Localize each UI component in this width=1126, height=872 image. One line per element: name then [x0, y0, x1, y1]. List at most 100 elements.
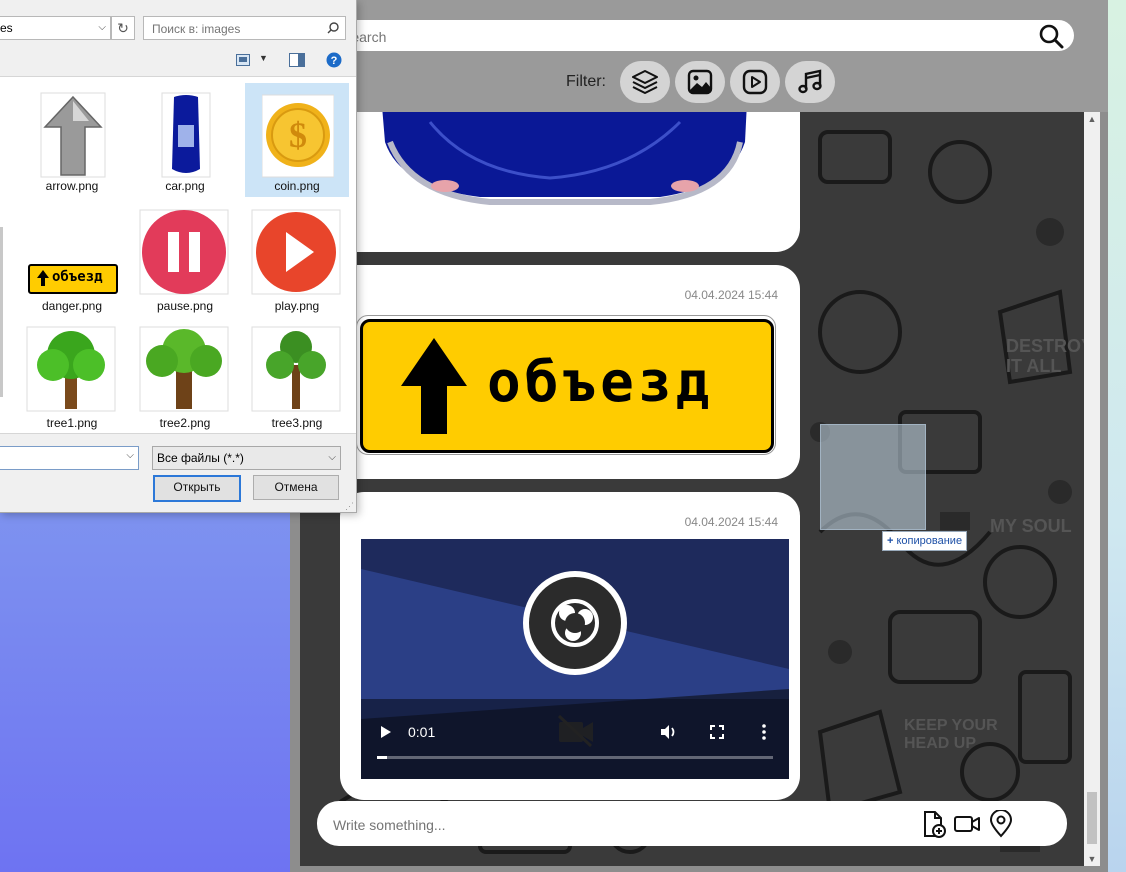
tree1-thumbnail: [26, 326, 116, 412]
video-icon: [742, 69, 768, 95]
search-input[interactable]: [340, 20, 1004, 53]
scroll-up-arrow[interactable]: ▲: [1084, 112, 1100, 126]
message-time: 04.04.2024 15:44: [684, 515, 778, 529]
danger-thumbnail: объезд: [28, 264, 118, 294]
file-name: tree3.png: [271, 416, 323, 430]
fullscreen-icon[interactable]: [710, 725, 724, 739]
video-time: 0:01: [408, 724, 436, 740]
file-item-danger[interactable]: объезд danger.png: [20, 200, 124, 314]
help-icon[interactable]: ?: [326, 52, 342, 68]
file-item-car[interactable]: car.png: [133, 83, 237, 197]
filter-video-button[interactable]: [730, 61, 780, 103]
file-name: play.png: [274, 299, 320, 313]
svg-text:MY SOUL: MY SOUL: [990, 516, 1072, 536]
view-mode-icon[interactable]: [236, 54, 250, 66]
search-bar[interactable]: [330, 20, 1074, 53]
filename-input[interactable]: ⌵: [0, 446, 139, 470]
view-dropdown-icon[interactable]: ▼: [259, 53, 268, 63]
pause-thumbnail: [139, 209, 229, 295]
music-icon: [798, 69, 822, 94]
detour-sign-image: объезд: [356, 315, 776, 455]
layers-icon: [632, 70, 658, 94]
file-item-tree1[interactable]: tree1.png: [20, 317, 124, 431]
window-edge: [1108, 0, 1126, 872]
refresh-icon: ↻: [117, 19, 129, 36]
dialog-search-input[interactable]: [150, 17, 324, 41]
path-text: es: [0, 21, 13, 35]
arrow-thumbnail: [40, 92, 106, 178]
message-bubble-sign[interactable]: 04.04.2024 15:44 объезд: [300, 265, 800, 479]
filter-all-button[interactable]: [620, 61, 670, 103]
path-dropdown[interactable]: es ⌵: [0, 16, 111, 40]
no-camera-icon: [557, 714, 593, 748]
scroll-thumb[interactable]: [1087, 792, 1097, 844]
dialog-search-box[interactable]: [143, 16, 346, 41]
danger-sign-text: объезд: [52, 269, 103, 285]
file-list[interactable]: arrow.png car.png $ coin.png объезд dang…: [0, 76, 356, 434]
resize-grip-icon[interactable]: ⋰: [345, 501, 354, 512]
feed-scrollbar[interactable]: ▲ ▼: [1084, 112, 1100, 866]
open-button[interactable]: Открыть: [153, 475, 241, 502]
file-item-coin[interactable]: $ coin.png: [245, 83, 349, 197]
arrow-up-icon: [37, 270, 49, 286]
tree3-thumbnail: [251, 326, 341, 412]
obs-logo-icon: [523, 571, 627, 675]
file-name: arrow.png: [45, 179, 99, 193]
file-name: pause.png: [156, 299, 214, 313]
search-icon[interactable]: [1038, 23, 1064, 49]
svg-text:HEAD UP: HEAD UP: [904, 735, 976, 752]
filter-images-button[interactable]: [675, 61, 725, 103]
search-icon: [327, 22, 339, 34]
filetype-select[interactable]: Все файлы (*.*) ⌵: [152, 446, 341, 470]
volume-icon[interactable]: [659, 723, 677, 741]
image-icon: [687, 69, 713, 95]
file-name: danger.png: [41, 299, 103, 313]
arrow-up-icon: [401, 338, 467, 434]
chevron-down-icon: ⌵: [98, 22, 106, 33]
chat-app: Filter:: [290, 0, 1108, 872]
chevron-down-icon: ⌵: [126, 450, 134, 461]
file-item-tree2[interactable]: tree2.png: [133, 317, 237, 431]
message-bubble-video[interactable]: 04.04.2024 15:44 0:01: [340, 492, 800, 800]
refresh-button[interactable]: ↻: [111, 16, 135, 40]
play-icon[interactable]: [379, 724, 393, 740]
sign-text: объезд: [487, 350, 714, 415]
filter-music-button[interactable]: [785, 61, 835, 103]
file-name: car.png: [165, 179, 205, 193]
app-header: Filter:: [290, 0, 1108, 112]
left-pane-scroll: [0, 227, 3, 397]
file-name: tree2.png: [159, 416, 211, 430]
svg-text:$: $: [289, 115, 307, 155]
drag-copy-tooltip: + копирование: [882, 531, 968, 551]
drag-preview: [820, 424, 926, 530]
video-camera-icon[interactable]: [953, 810, 981, 838]
file-item-arrow[interactable]: arrow.png: [20, 83, 124, 197]
car-thumbnail: [161, 92, 211, 178]
coin-thumbnail: $: [262, 94, 334, 178]
message-time: 04.04.2024 15:44: [684, 288, 778, 302]
filter-label: Filter:: [566, 73, 606, 90]
more-options-icon[interactable]: [761, 724, 767, 740]
scroll-down-arrow[interactable]: ▼: [1084, 852, 1100, 866]
file-item-play[interactable]: play.png: [245, 200, 349, 314]
attach-file-icon[interactable]: [919, 810, 947, 838]
video-progress-bar[interactable]: [377, 756, 773, 759]
car-image: [382, 112, 747, 205]
message-input[interactable]: [331, 801, 895, 848]
dialog-toolbar: ▼ ?: [0, 47, 356, 75]
location-pin-icon[interactable]: [987, 810, 1015, 838]
svg-text:?: ?: [331, 55, 338, 67]
file-item-tree3[interactable]: tree3.png: [245, 317, 349, 431]
message-bubble-car[interactable]: [300, 112, 800, 252]
chevron-down-icon: ⌵: [328, 452, 336, 463]
svg-text:KEEP YOUR: KEEP YOUR: [904, 717, 998, 734]
preview-pane-icon[interactable]: [289, 53, 305, 67]
cancel-button[interactable]: Отмена: [253, 475, 339, 500]
file-name: coin.png: [274, 179, 320, 193]
message-feed[interactable]: DESTROY IT ALL MY SOUL KEEP YOUR HEAD UP…: [300, 112, 1084, 866]
copy-label: копирование: [896, 535, 963, 547]
message-composer: [317, 801, 1067, 848]
play-thumbnail: [251, 209, 341, 295]
video-player[interactable]: 0:01: [361, 539, 789, 779]
file-item-pause[interactable]: pause.png: [133, 200, 237, 314]
